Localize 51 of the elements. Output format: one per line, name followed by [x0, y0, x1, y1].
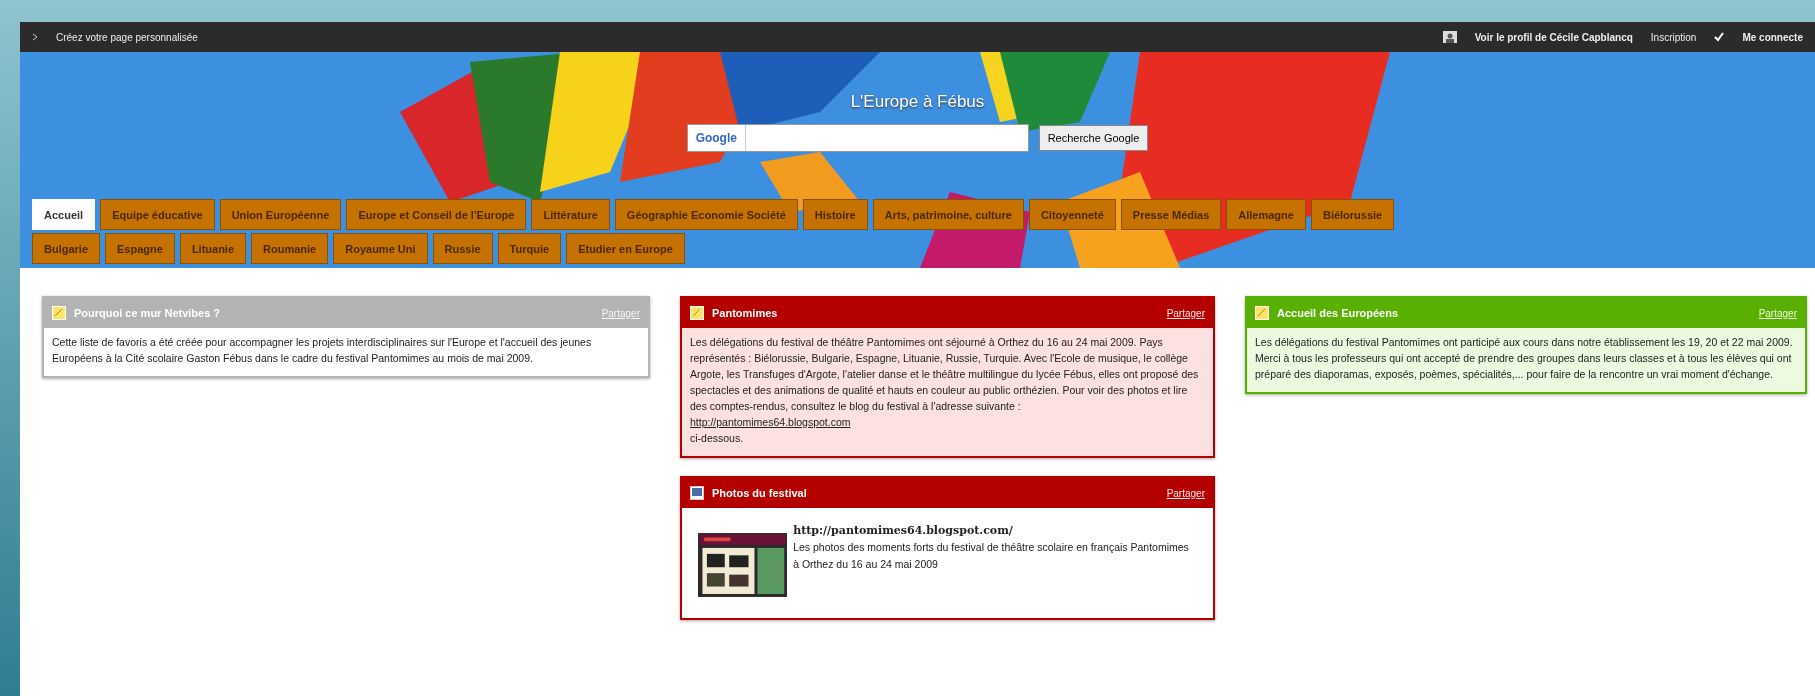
page-tab[interactable]: Allemagne	[1226, 199, 1306, 230]
search-field[interactable]: Google	[686, 124, 1029, 152]
page-tab[interactable]: Géographie Economie Société	[614, 199, 798, 230]
page-tab[interactable]: Histoire	[802, 199, 868, 230]
picture-icon	[690, 486, 704, 500]
note-text: Les délégations du festival de théâtre Pantomimes ont séjourné à Orthez du 16 au 24 mai 2009. Pays représentés : Biélorussie, Bulgarie, Espagne, Lituanie, Russie, Turquie. Avec l'Ecole de musique, le collège Argote, les Transfuges d'Argote, l'atelier danse et le théâtre multilingue du lycée Fébus, elles ont proposé des spectacles et des animations de qualité et hauts en couleur au public orthézien. Pour voir des photos et lire des comptes-rendus, consultez le blog du festival à l'adresse suivante :	[690, 335, 1200, 414]
search-logo: Google	[687, 125, 746, 151]
note-text: Merci à tous les professeurs qui ont accepté de prendre des groupes dans leurs classes et à tous les élèves qui ont préparé des diaporamas, exposés, poèmes, spécialités,... pour faire de la rencontre un vrai moment d'échange.	[1255, 351, 1793, 382]
share-link[interactable]: Partager	[1758, 307, 1797, 319]
blog-link[interactable]: http://pantomimes64.blogspot.com	[690, 416, 851, 428]
page-tab[interactable]: Bulgarie	[32, 233, 100, 264]
chevron-icon	[32, 33, 38, 41]
page-tab[interactable]: Roumanie	[251, 233, 329, 264]
share-link[interactable]: Partager	[1166, 307, 1205, 319]
widget-title: Photos du festival	[712, 487, 808, 499]
signup-link[interactable]: Inscription	[1650, 31, 1697, 43]
search-button[interactable]: Recherche Google	[1038, 125, 1149, 151]
page-tab[interactable]: Equipe éducative	[100, 199, 215, 230]
page-tab[interactable]: Littérature	[531, 199, 610, 230]
share-link[interactable]: Partager	[601, 307, 640, 319]
checkmark-icon	[1714, 32, 1725, 42]
page-tab[interactable]: Etudier en Europe	[566, 233, 685, 264]
widget-title: Accueil des Européens	[1277, 307, 1400, 319]
page-tab[interactable]: Lituanie	[179, 233, 247, 264]
page-tab[interactable]: Espagne	[105, 233, 175, 264]
note-icon	[52, 306, 66, 320]
page-tab[interactable]: Turquie	[497, 233, 562, 264]
page-tab[interactable]: Presse Médias	[1120, 199, 1222, 230]
page-tab[interactable]: Arts, patrimoine, culture	[872, 199, 1024, 230]
feed-description: Les photos des moments forts du festival de théâtre scolaire en français Pantomimes à Orthez du 16 au 24 mai 2009	[793, 540, 1190, 572]
page-tab[interactable]: Russie	[432, 233, 493, 264]
note-icon	[690, 306, 704, 320]
note-text: ci-dessous.	[690, 431, 745, 446]
note-icon	[1255, 306, 1269, 320]
profile-link[interactable]: Voir le profil de Cécile Capblancq	[1474, 31, 1633, 43]
page-tab[interactable]: Royaume Uni	[333, 233, 428, 264]
page-tab[interactable]: Union Européenne	[219, 199, 342, 230]
share-link[interactable]: Partager	[1166, 487, 1205, 499]
widget-title: Pantomimes	[712, 307, 779, 319]
page-tab[interactable]: Citoyenneté	[1028, 199, 1116, 230]
profile-icon	[1442, 31, 1457, 43]
login-link[interactable]: Me connecte	[1742, 31, 1803, 43]
note-text: Les délégations du festival Pantomimes ont participé aux cours dans notre établissement les 19, 20 et 22 mai 2009.	[1255, 335, 1794, 350]
page-tab[interactable]: Biélorussie	[1310, 199, 1395, 230]
page-tab[interactable]: Accueil	[32, 199, 96, 230]
note-text: Cette liste de favoris a été créée pour accompagner les projets interdisciplinaires sur l'Europe et l'accueil des jeunes Européens à la Cité scolaire Gaston Fébus dans le cadre du festival Pantomimes au mois de mai 2009.	[52, 335, 593, 366]
widget-title: Pourquoi ce mur Netvibes ?	[74, 307, 222, 319]
page-title: L'Europe à Fébus	[850, 92, 985, 112]
blog-link[interactable]: http://pantomimes64.blogspot.com/	[793, 522, 1197, 539]
create-page-link[interactable]: Créez votre page personnalisée	[56, 31, 198, 43]
page-tab[interactable]: Europe et Conseil de l'Europe	[346, 199, 527, 230]
